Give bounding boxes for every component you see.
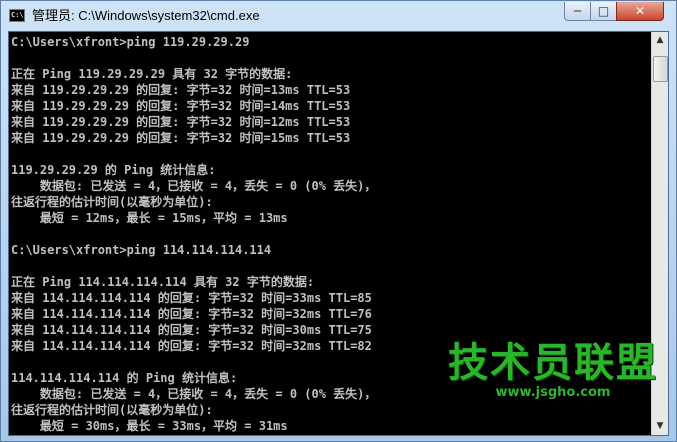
watermark-url: www.jsgho.com [495,385,611,400]
console-line: 最短 = 12ms，最长 = 15ms，平均 = 13ms [11,211,288,225]
console-line: C:\Users\xfront>ping 119.29.29.29 [11,35,250,49]
console-line: C:\Users\xfront>ping 114.114.114.114 [11,243,272,257]
console-line: 来自 119.29.29.29 的回复: 字节=32 时间=15ms TTL=5… [11,131,351,145]
cmd-app-icon[interactable] [9,9,25,22]
watermark-title: 技术员联盟 [448,340,658,386]
scroll-down-arrow-icon[interactable]: ▼ [652,418,668,435]
scroll-thumb[interactable] [653,56,668,82]
window-title: 管理员: C:\Windows\system32\cmd.exe [32,8,260,23]
cmd-window: 管理员: C:\Windows\system32\cmd.exe ─ □ ✕ C… [0,0,677,442]
console-line: 来自 119.29.29.29 的回复: 字节=32 时间=14ms TTL=5… [11,99,351,113]
console-line: 往返行程的估计时间(以毫秒为单位): [11,403,213,417]
console-line: 来自 114.114.114.114 的回复: 字节=32 时间=30ms TT… [11,323,372,337]
console-line: 往返行程的估计时间(以毫秒为单位): [11,195,213,209]
console-line: 最短 = 30ms，最长 = 33ms，平均 = 31ms [11,419,288,433]
maximize-button[interactable]: □ [590,2,617,21]
watermark-logo: 技术员联盟 www.jsgho.com [448,341,658,401]
console-line: 来自 119.29.29.29 的回复: 字节=32 时间=12ms TTL=5… [11,115,351,129]
console-line: 数据包: 已发送 = 4，已接收 = 4，丢失 = 0 (0% 丢失)， [11,179,377,193]
console-line: 来自 114.114.114.114 的回复: 字节=32 时间=32ms TT… [11,307,372,321]
scroll-up-arrow-icon[interactable]: ▲ [652,32,668,49]
console-line: 正在 Ping 119.29.29.29 具有 32 字节的数据: [11,67,293,81]
console-line: 正在 Ping 114.114.114.114 具有 32 字节的数据: [11,275,315,289]
console-line: 来自 119.29.29.29 的回复: 字节=32 时间=13ms TTL=5… [11,83,351,97]
console-line: 来自 114.114.114.114 的回复: 字节=32 时间=33ms TT… [11,291,372,305]
minimize-button[interactable]: ─ [564,2,591,21]
close-button[interactable]: ✕ [616,2,664,21]
console-line: 119.29.29.29 的 Ping 统计信息: [11,163,216,177]
title-bar[interactable]: 管理员: C:\Windows\system32\cmd.exe ─ □ ✕ [1,1,676,31]
